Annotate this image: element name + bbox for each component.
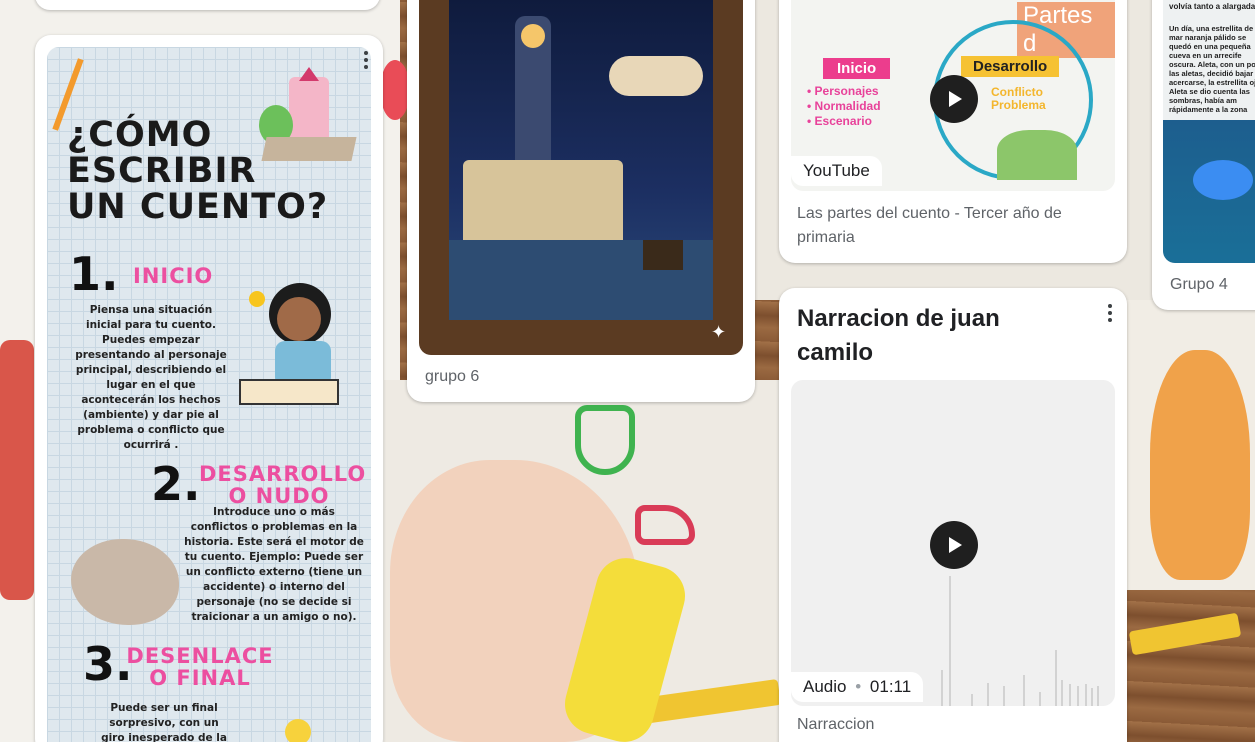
music-note-drawing xyxy=(575,405,635,475)
conflict-cloud-illustration xyxy=(71,539,179,625)
lighthouse-light xyxy=(521,24,545,48)
more-options-icon[interactable] xyxy=(1107,304,1113,325)
thumb-bullet-list: • Personajes • Normalidad • Escenario xyxy=(807,84,881,128)
thumb-inicio-label: Inicio xyxy=(823,58,891,79)
source-badge: YouTube xyxy=(791,156,882,186)
step3-heading: DESENLACE O FINAL xyxy=(126,644,274,690)
blue-fish-icon xyxy=(1193,160,1253,200)
flower-doodle xyxy=(0,340,34,600)
story-page-image: volvía tanto a alargadas. Un día, una es… xyxy=(1163,0,1255,263)
youtube-thumbnail: Partes d Inicio • Personajes • Normalida… xyxy=(791,0,1115,191)
infographic-title: ¿CÓMO ESCRIBIR UN CUENTO? xyxy=(67,115,329,227)
pin-caption: grupo 6 xyxy=(425,368,480,385)
pin-card-grupo6[interactable]: ✦ grupo 6 xyxy=(407,0,755,402)
pin-caption: Grupo 4 xyxy=(1170,276,1228,293)
frame-inner-night-sky xyxy=(449,0,713,320)
step1-heading: INICIO xyxy=(133,264,214,288)
step2-text: Introduce uno o más conflictos o problem… xyxy=(184,506,364,623)
pin-card-youtube[interactable]: Partes d Inicio • Personajes • Normalida… xyxy=(779,0,1127,263)
step2-heading: DESARROLLO O NUDO xyxy=(199,462,367,508)
pin-card-partial[interactable] xyxy=(35,0,380,10)
pin-card-grupo4[interactable]: volvía tanto a alargadas. Un día, una es… xyxy=(1152,0,1255,310)
step1-number: 1. xyxy=(69,247,119,301)
pin-title: Las partes del cuento - Tercer año de pr… xyxy=(797,205,1062,246)
story-top-text: volvía tanto a alargadas. xyxy=(1169,2,1255,11)
fox-drawing xyxy=(1150,350,1250,580)
leaf-doodle xyxy=(380,60,410,120)
infographic-image: ¿CÓMO ESCRIBIR UN CUENTO? 1. INICIO Pien… xyxy=(47,47,371,742)
pin-card-audio[interactable]: Narracion de juan camilo Audio • 01:11 N… xyxy=(779,288,1127,742)
emoji-face-icon xyxy=(285,719,311,742)
more-options-icon[interactable] xyxy=(363,51,369,72)
pin-caption: Narraccion xyxy=(797,716,875,733)
audio-preview: Audio • 01:11 xyxy=(791,380,1115,706)
sailing-ship xyxy=(643,240,683,270)
cloud-with-birds xyxy=(609,56,703,96)
sparkle-icon: ✦ xyxy=(711,322,727,342)
step3-text: Puede ser un final sorpresivo, con un gi… xyxy=(101,702,227,742)
pin-card-infographic[interactable]: ¿CÓMO ESCRIBIR UN CUENTO? 1. INICIO Pien… xyxy=(35,35,383,742)
play-button-icon[interactable] xyxy=(930,75,978,123)
audio-waveform xyxy=(941,576,1099,706)
thumb-tree-illustration xyxy=(997,130,1077,180)
girl-writing-illustration xyxy=(239,283,349,423)
lighthouse-story-image: ✦ xyxy=(419,0,743,355)
story-snippet-text: Un día, una estrellita de mar naranja pá… xyxy=(1169,24,1255,114)
step1-text: Piensa una situación inicial para tu cue… xyxy=(75,304,227,451)
thumb-conflicto-labels: Conflicto Problema xyxy=(991,85,1046,112)
audio-badge: Audio • 01:11 xyxy=(791,672,924,702)
step2-number: 2. xyxy=(151,457,201,511)
pin-title: Narracion de juan camilo xyxy=(797,305,1000,366)
